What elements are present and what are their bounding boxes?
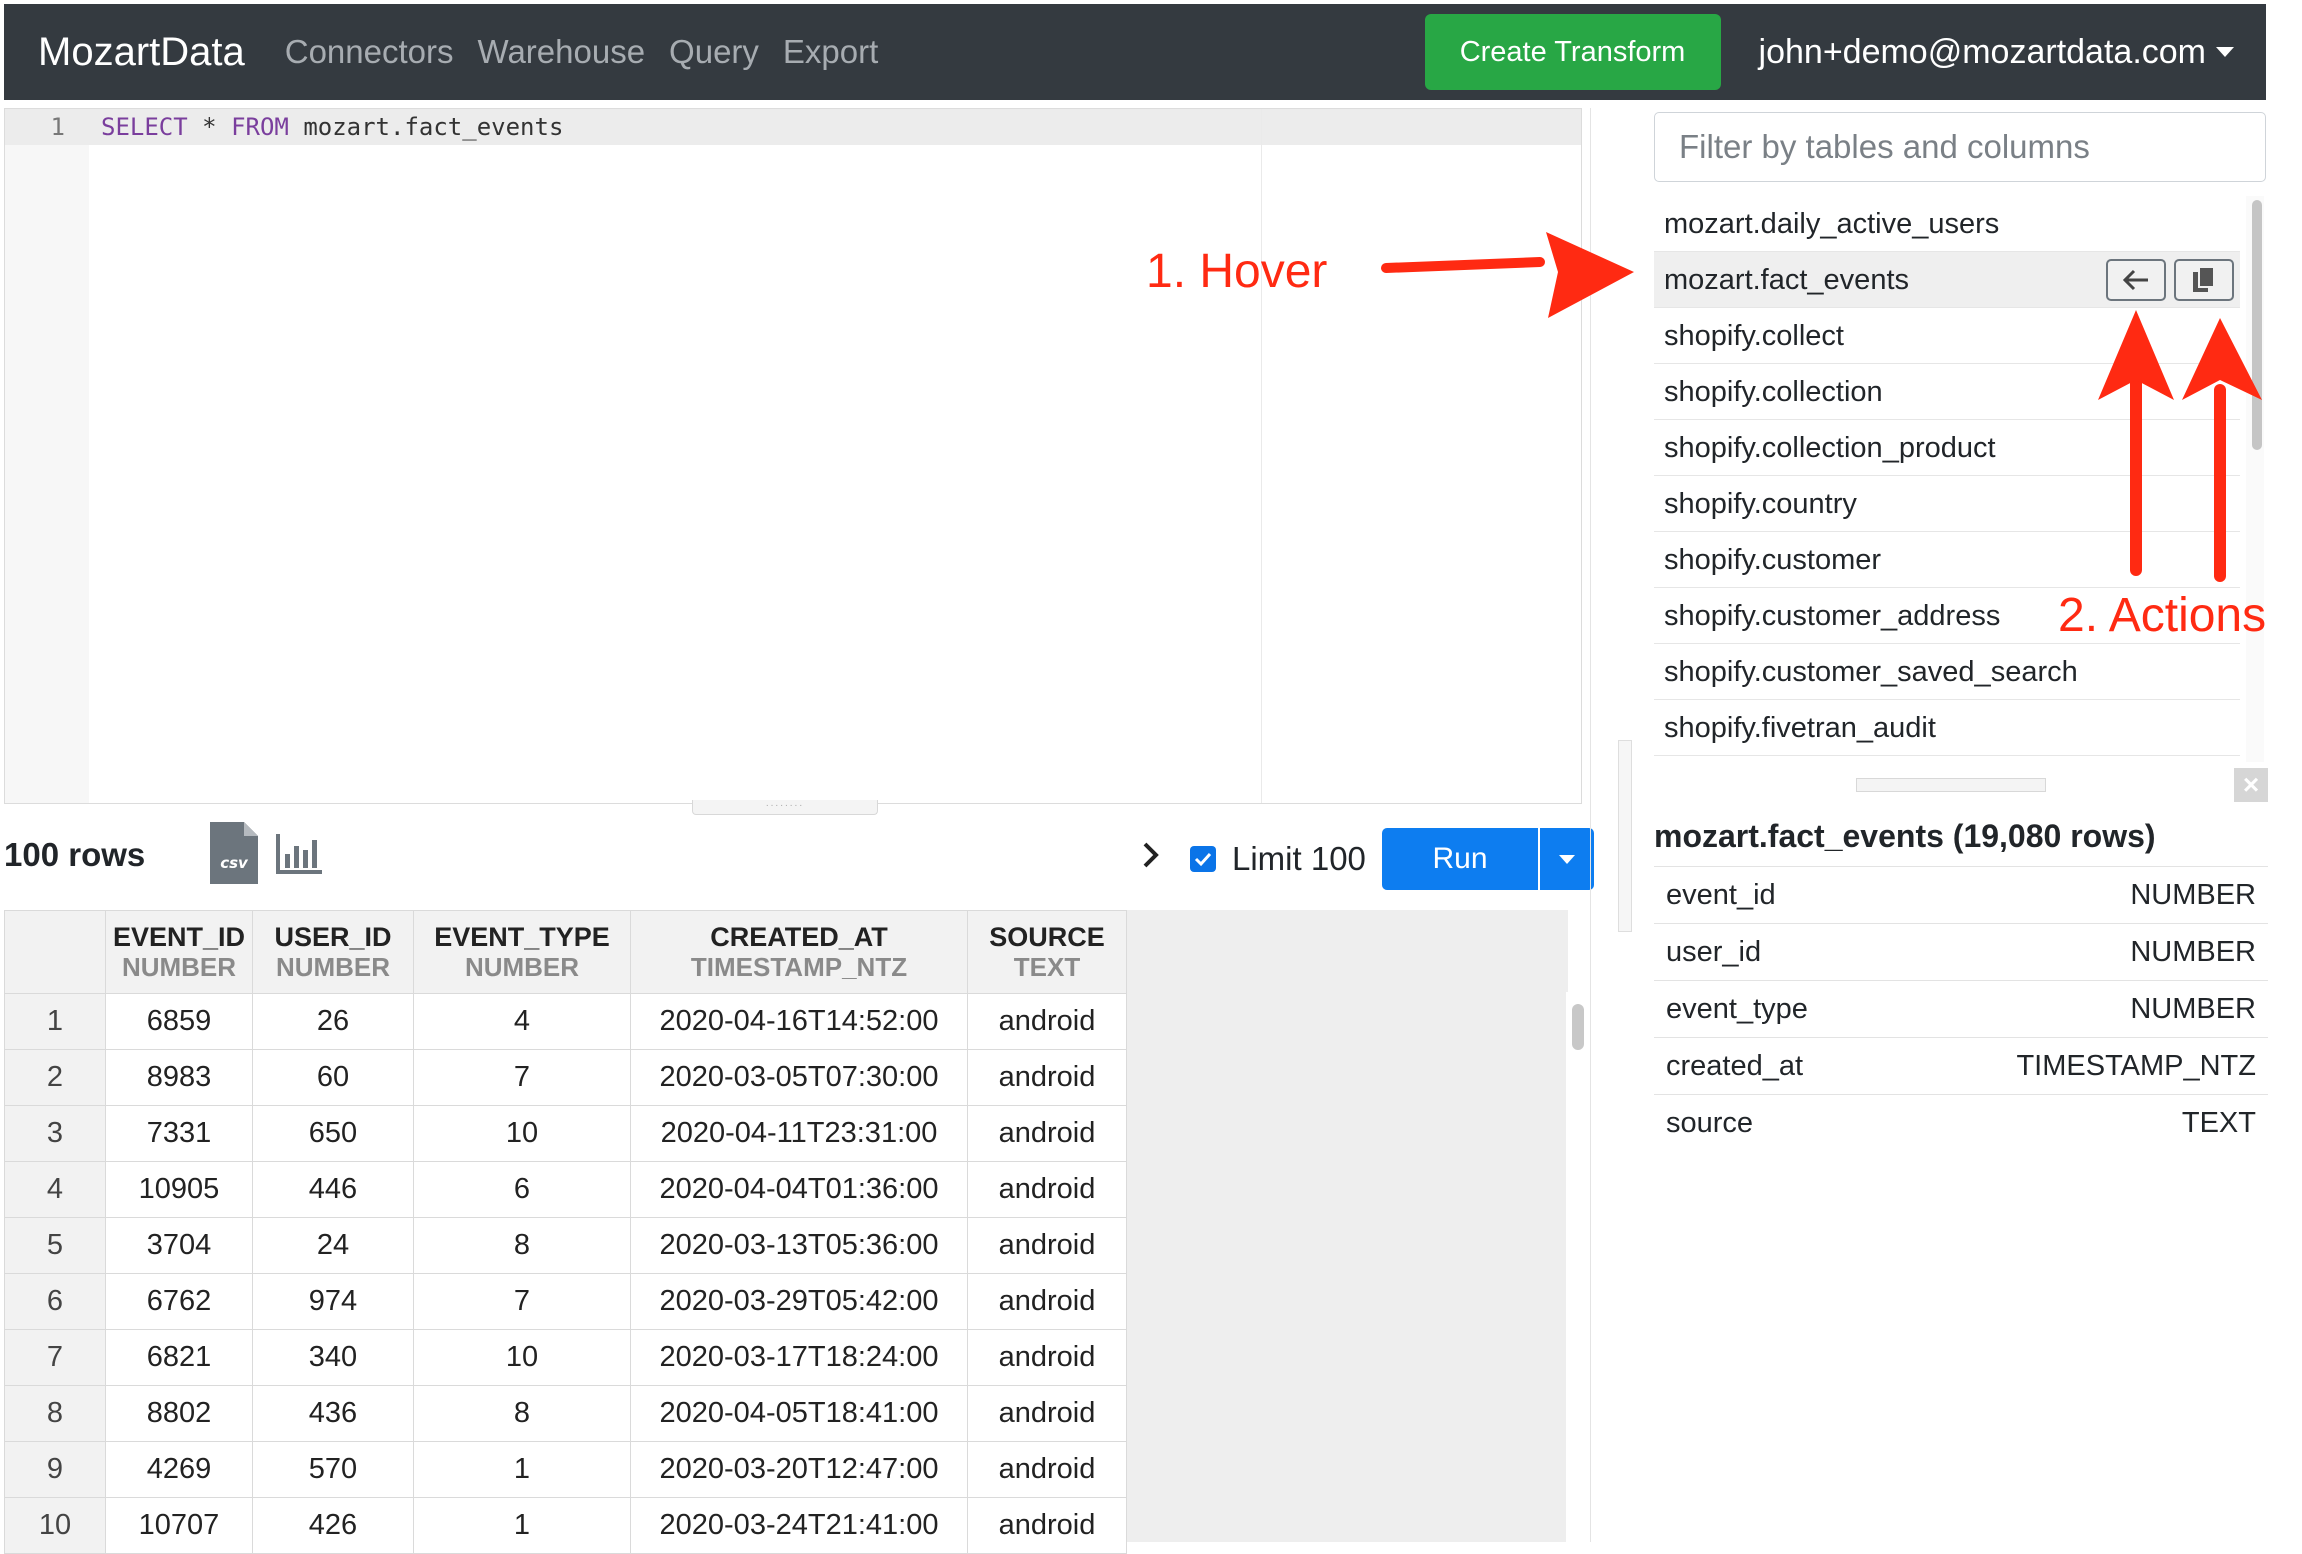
annotation-arrows — [1381, 232, 2262, 582]
arrow-insert-action — [2098, 310, 2174, 576]
arrow-copy-action — [2182, 318, 2262, 582]
arrow-hover-pointer — [1381, 232, 1634, 318]
